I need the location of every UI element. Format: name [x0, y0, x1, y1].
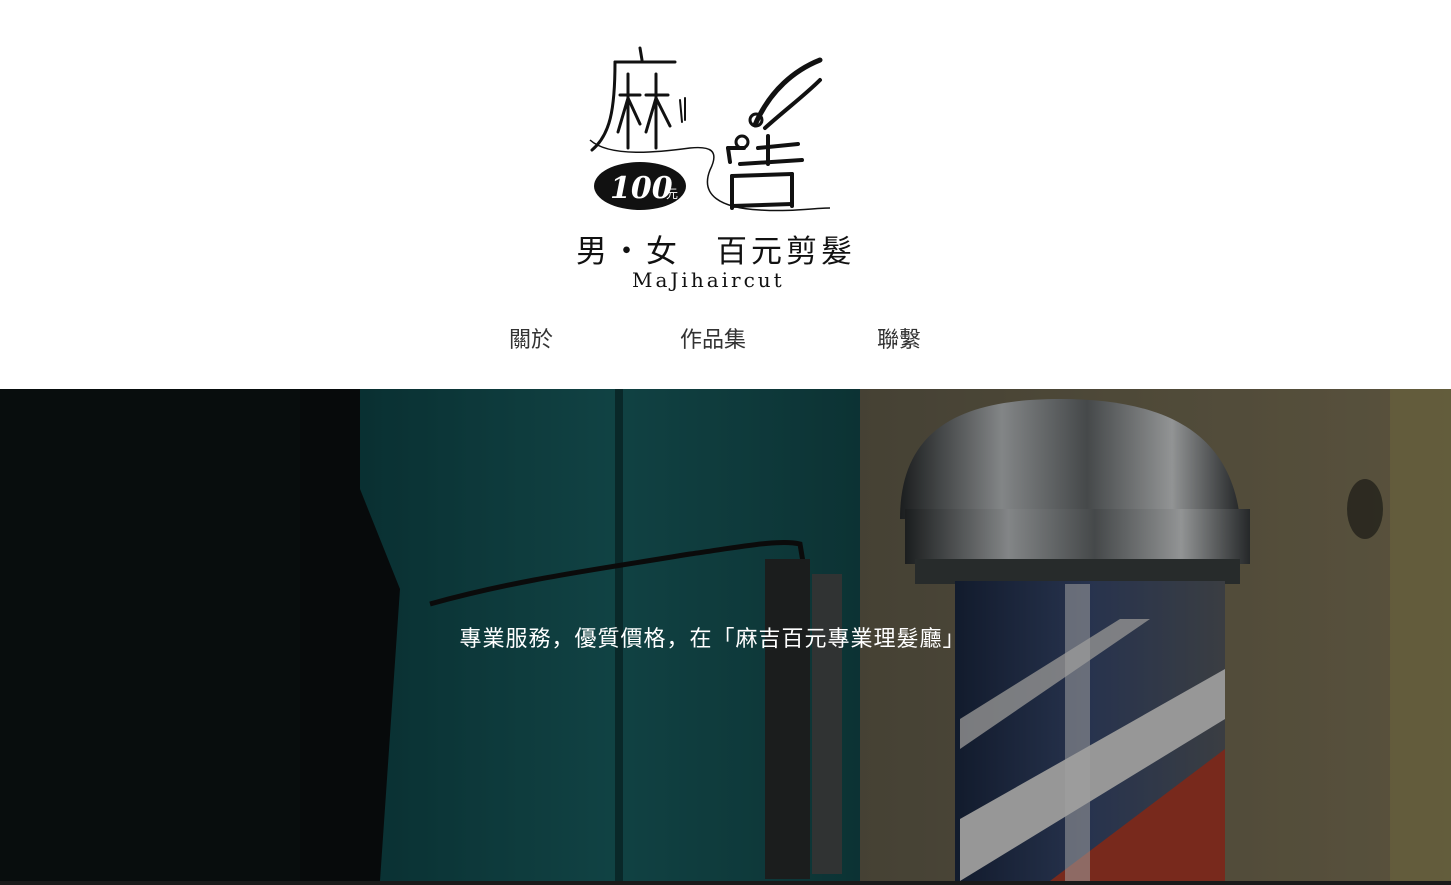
logo-graphic: 100 元 — [589, 46, 831, 212]
logo-subtitle: MaJihaircut — [632, 268, 785, 292]
scissors-icon — [734, 57, 823, 150]
price-badge-unit: 元 — [666, 187, 678, 201]
nav-about[interactable]: 關於 — [509, 322, 553, 354]
bottom-divider — [0, 881, 1451, 885]
logo-tagline: 男・女 百元剪髮 — [576, 234, 856, 270]
hero-banner: 專業服務，優質價格，在「麻吉百元專業理髮廳」 — [0, 389, 1451, 881]
nav-portfolio[interactable]: 作品集 — [680, 322, 746, 354]
site-logo[interactable]: 100 元 男・女 百元剪髮 MaJihaircut — [570, 40, 870, 300]
hero-tagline: 專業服務，優質價格，在「麻吉百元專業理髮廳」 — [459, 627, 966, 652]
nav-contact[interactable]: 聯繫 — [877, 322, 921, 354]
page: 100 元 男・女 百元剪髮 MaJihaircut 關於 作品集 聯繫 專業服… — [0, 0, 1451, 885]
main-nav: 關於 作品集 聯繫 — [0, 322, 1451, 362]
site-header: 100 元 男・女 百元剪髮 MaJihaircut 關於 作品集 聯繫 — [0, 0, 1451, 389]
price-badge-text: 100 — [610, 171, 673, 206]
